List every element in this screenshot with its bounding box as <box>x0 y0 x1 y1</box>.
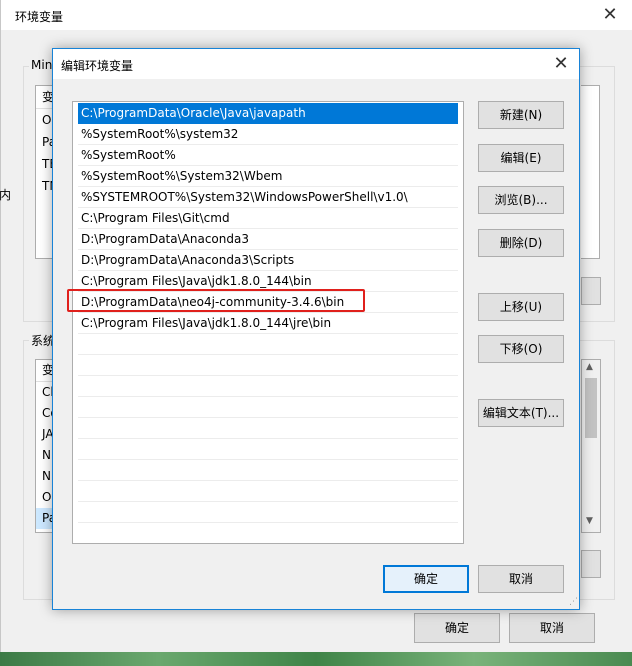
parent-ok-button[interactable]: 确定 <box>414 613 500 643</box>
empty-row[interactable] <box>78 334 458 355</box>
system-list-scrollbar[interactable]: ▲ ▼ <box>581 359 601 533</box>
path-row[interactable]: %SystemRoot%\System32\Wbem <box>78 166 458 187</box>
path-row[interactable]: %SystemRoot%\system32 <box>78 124 458 145</box>
empty-row[interactable] <box>78 355 458 376</box>
edit-environment-variable-dialog: 编辑环境变量 ✕ C:\ProgramData\Oracle\Java\java… <box>52 48 580 610</box>
user-variables-label: Min <box>29 58 55 72</box>
resize-grip-icon[interactable]: ⋰ <box>569 597 578 607</box>
path-row[interactable]: C:\ProgramData\Oracle\Java\javapath <box>78 103 458 124</box>
scroll-up-icon[interactable]: ▲ <box>586 362 593 372</box>
empty-row[interactable] <box>78 502 458 523</box>
user-delete-button-partial[interactable] <box>581 277 601 305</box>
side-text-fragment: 内 <box>0 188 12 202</box>
path-row[interactable]: D:\ProgramData\Anaconda3 <box>78 229 458 250</box>
empty-row[interactable] <box>78 376 458 397</box>
dialog-title: 编辑环境变量 <box>61 59 134 73</box>
edit-button[interactable]: 编辑(E) <box>478 144 564 172</box>
empty-row[interactable] <box>78 397 458 418</box>
dialog-close-icon[interactable]: ✕ <box>549 53 573 75</box>
parent-cancel-button[interactable]: 取消 <box>509 613 595 643</box>
path-row[interactable]: C:\Program Files\Java\jdk1.8.0_144\jre\b… <box>78 313 458 334</box>
empty-row[interactable] <box>78 481 458 502</box>
dialog-ok-button[interactable]: 确定 <box>383 565 469 593</box>
dialog-cancel-button[interactable]: 取消 <box>478 565 564 593</box>
path-row[interactable]: D:\ProgramData\Anaconda3\Scripts <box>78 250 458 271</box>
browse-button[interactable]: 浏览(B)... <box>478 186 564 214</box>
edit-text-button[interactable]: 编辑文本(T)... <box>478 399 564 427</box>
dialog-titlebar: 编辑环境变量 ✕ <box>53 49 579 79</box>
scroll-thumb[interactable] <box>585 378 597 438</box>
annotation-highlight-box <box>67 289 365 312</box>
parent-window-title: 环境变量 <box>15 10 64 24</box>
desktop-background-bottom <box>0 652 632 666</box>
path-list[interactable]: C:\ProgramData\Oracle\Java\javapath %Sys… <box>72 101 464 544</box>
system-delete-button-partial[interactable] <box>581 550 601 578</box>
path-row[interactable]: %SYSTEMROOT%\System32\WindowsPowerShell\… <box>78 187 458 208</box>
empty-row[interactable] <box>78 439 458 460</box>
empty-row[interactable] <box>78 418 458 439</box>
user-list-right-edge <box>581 85 600 259</box>
path-row[interactable]: C:\Program Files\Git\cmd <box>78 208 458 229</box>
empty-row[interactable] <box>78 460 458 481</box>
path-row[interactable]: %SystemRoot% <box>78 145 458 166</box>
move-up-button[interactable]: 上移(U) <box>478 293 564 321</box>
new-button[interactable]: 新建(N) <box>478 101 564 129</box>
scroll-down-icon[interactable]: ▼ <box>586 516 593 526</box>
delete-button[interactable]: 删除(D) <box>478 229 564 257</box>
parent-close-icon[interactable]: ✕ <box>598 4 622 26</box>
parent-titlebar: 环境变量 ✕ <box>1 0 632 30</box>
move-down-button[interactable]: 下移(O) <box>478 335 564 363</box>
